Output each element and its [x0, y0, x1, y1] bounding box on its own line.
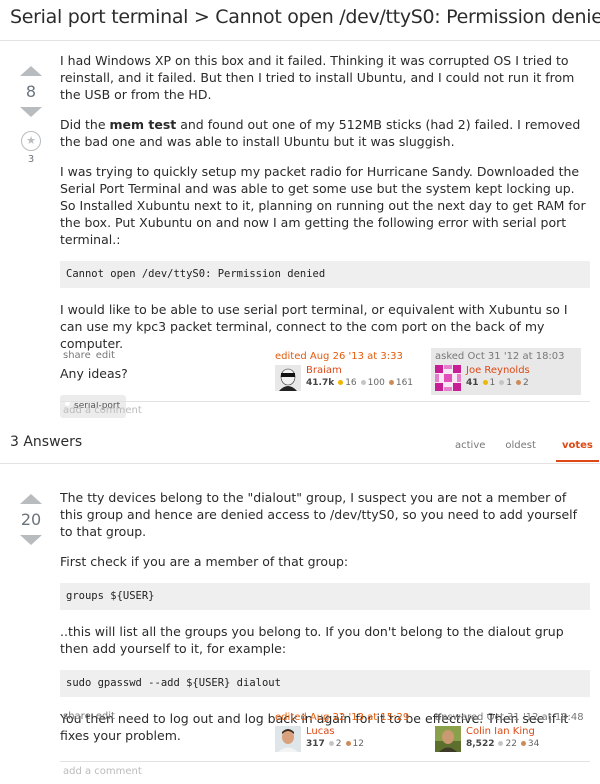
editor-signature: edited Aug 22 '13 at 15:29 Lucas 317 2 12: [275, 712, 425, 752]
silver-count: 22: [505, 739, 517, 749]
answer-paragraph: ..this will list all the groups you belo…: [60, 624, 564, 656]
add-comment-link[interactable]: add a comment: [63, 405, 142, 416]
avatar[interactable]: [435, 365, 461, 391]
divider: [0, 463, 600, 464]
avatar[interactable]: [275, 726, 301, 752]
answerer-signature: answered Oct 31 '12 at 19:48 Colin Ian K…: [435, 712, 585, 752]
bronze-badge-icon: [388, 379, 394, 385]
page-title[interactable]: Serial port terminal > Cannot open /dev/…: [10, 6, 600, 28]
text-span: Did the: [60, 117, 110, 132]
rep-score: 317: [306, 739, 325, 749]
avatar[interactable]: [435, 726, 461, 752]
favorite-count: 3: [27, 154, 35, 165]
silver-badge-icon: [498, 740, 504, 746]
answer-vote-cell: 20: [14, 494, 48, 545]
share-link[interactable]: share: [63, 350, 91, 361]
gold-badge-icon: [482, 379, 488, 385]
bronze-count: 12: [352, 739, 364, 749]
asked-timestamp[interactable]: asked Oct 31 '12 at 18:03: [435, 351, 577, 362]
bronze-badge-icon: [516, 379, 521, 385]
silver-badge-icon: [360, 379, 366, 385]
divider: [0, 40, 600, 41]
question-paragraph: I had Windows XP on this box and it fail…: [60, 53, 575, 102]
upvote-arrow-icon[interactable]: [20, 494, 42, 504]
answered-timestamp[interactable]: answered Oct 31 '12 at 19:48: [435, 712, 585, 723]
answers-count: 3 Answers: [10, 434, 83, 450]
user-name[interactable]: Joe Reynolds: [466, 365, 530, 376]
bronze-badge-icon: [520, 740, 526, 746]
silver-count: 1: [506, 378, 512, 388]
code-block: sudo gpasswd --add ${USER} dialout: [60, 670, 590, 697]
gold-count: 1: [489, 378, 496, 388]
rep-score: 41.7k: [306, 378, 335, 388]
question-paragraph: I would like to be able to use serial po…: [60, 302, 568, 351]
bronze-count: 2: [523, 378, 529, 388]
avatar[interactable]: [275, 365, 301, 391]
user-name[interactable]: Colin Ian King: [466, 726, 539, 737]
gold-count: 16: [345, 378, 357, 388]
question-paragraph: Did the mem test and found out one of my…: [60, 116, 590, 150]
bronze-count: 161: [395, 378, 414, 388]
owner-signature: asked Oct 31 '12 at 18:03 Joe Reynolds 4…: [431, 348, 581, 395]
favorite-star-icon[interactable]: ★: [21, 131, 41, 151]
downvote-arrow-icon[interactable]: [20, 107, 42, 117]
divider: [60, 761, 590, 762]
add-comment-link[interactable]: add a comment: [63, 766, 142, 777]
upvote-arrow-icon[interactable]: [20, 66, 42, 76]
code-block: Cannot open /dev/ttyS0: Permission denie…: [60, 261, 590, 288]
question-post-menu: share edit: [63, 350, 120, 361]
answer-vote-count: 20: [20, 510, 42, 529]
answer-paragraph: First check if you are a member of that …: [60, 554, 349, 569]
edited-timestamp[interactable]: edited Aug 22 '13 at 15:29: [275, 712, 425, 723]
question-paragraph: I was trying to quickly setup my packet …: [60, 164, 586, 247]
silver-badge-icon: [499, 379, 505, 385]
silver-badge-icon: [328, 740, 334, 746]
question-vote-count: 8: [25, 82, 37, 101]
bold-text: mem test: [109, 117, 177, 132]
user-reputation: 41.7k 16 100 161: [306, 378, 413, 388]
user-name[interactable]: Braiam: [306, 365, 413, 376]
answer-post-menu: share edit: [63, 711, 120, 722]
tab-votes[interactable]: votes: [555, 440, 599, 462]
editor-signature: edited Aug 26 '13 at 3:33 Braiam 41.7k 16…: [275, 351, 425, 391]
tab-active[interactable]: active: [455, 440, 485, 462]
user-reputation: 317 2 12: [306, 739, 364, 749]
bronze-badge-icon: [345, 740, 351, 746]
gold-badge-icon: [338, 379, 344, 385]
silver-count: 2: [335, 739, 342, 749]
user-reputation: 8,522 22 34: [466, 739, 539, 749]
rep-score: 8,522: [466, 739, 495, 749]
answer-sort-tabs: active oldest votes: [455, 440, 599, 462]
divider: [60, 401, 590, 402]
question-vote-cell: 8 ★ 3: [14, 66, 48, 165]
downvote-arrow-icon[interactable]: [20, 535, 42, 545]
rep-score: 41: [466, 378, 479, 388]
answer-paragraph: The tty devices belong to the "dialout" …: [60, 490, 578, 539]
edit-link[interactable]: edit: [96, 350, 115, 361]
user-name[interactable]: Lucas: [306, 726, 364, 737]
code-block: groups ${USER}: [60, 583, 590, 610]
silver-count: 100: [367, 378, 385, 388]
tab-oldest[interactable]: oldest: [505, 440, 536, 462]
bronze-count: 34: [527, 739, 540, 749]
share-link[interactable]: share: [63, 711, 91, 722]
edited-timestamp[interactable]: edited Aug 26 '13 at 3:33: [275, 351, 425, 362]
user-reputation: 41 1 1 2: [466, 378, 530, 388]
edit-link[interactable]: edit: [96, 711, 115, 722]
